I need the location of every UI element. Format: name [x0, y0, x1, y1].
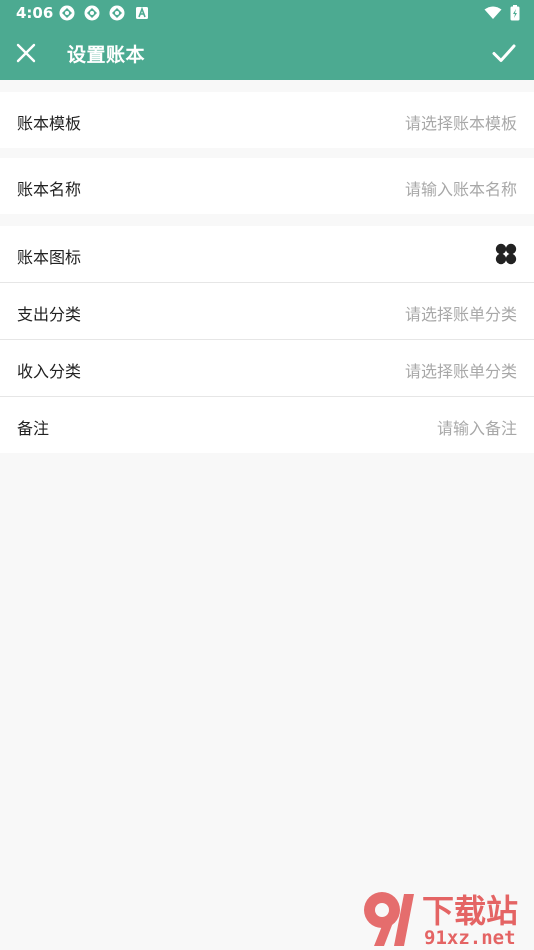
notification-icons	[59, 5, 150, 21]
expense-category-placeholder: 请选择账单分类	[404, 305, 517, 324]
template-group: 账本模板 请选择账本模板	[0, 92, 534, 148]
note-label: 备注	[17, 419, 50, 438]
name-placeholder: 请输入账本名称	[404, 180, 517, 199]
details-group: 账本图标 支出分类 请选择账单分类 收入分类 请选择账单分类 备注 请输入备注	[0, 226, 534, 453]
name-row[interactable]: 账本名称 请输入账本名称	[0, 158, 534, 214]
template-row[interactable]: 账本模板 请选择账本模板	[0, 92, 534, 148]
status-time: 4:06	[16, 4, 54, 22]
app-notification-icon	[59, 5, 75, 21]
status-bar: 4:06	[0, 0, 534, 26]
note-row[interactable]: 备注 请输入备注	[0, 397, 534, 453]
income-category-placeholder: 请选择账单分类	[404, 362, 517, 381]
expense-category-label: 支出分类	[17, 305, 82, 324]
template-placeholder: 请选择账本模板	[404, 114, 517, 133]
watermark-brand-bottom: 91xz.net	[424, 927, 516, 948]
note-placeholder: 请输入备注	[436, 419, 517, 438]
income-category-row[interactable]: 收入分类 请选择账单分类	[0, 340, 534, 397]
icon-label: 账本图标	[17, 248, 82, 267]
clover-icon	[495, 243, 517, 265]
page-title: 设置账本	[67, 44, 146, 66]
app-bar: 设置账本	[0, 26, 534, 80]
watermark-logo: 下载站 91xz.net	[364, 892, 518, 948]
name-label: 账本名称	[17, 180, 82, 199]
wifi-icon	[484, 6, 502, 19]
watermark-brand-top: 下载站	[422, 892, 518, 930]
icon-row[interactable]: 账本图标	[0, 226, 534, 283]
app-notification-icon	[109, 5, 125, 21]
check-icon[interactable]	[491, 40, 517, 66]
a-letter-icon	[136, 6, 148, 19]
battery-icon	[510, 5, 520, 21]
app-notification-icon	[84, 5, 100, 21]
template-label: 账本模板	[17, 114, 82, 133]
name-group: 账本名称 请输入账本名称	[0, 158, 534, 214]
income-category-label: 收入分类	[17, 362, 82, 381]
system-icons	[484, 5, 520, 21]
expense-category-row[interactable]: 支出分类 请选择账单分类	[0, 283, 534, 340]
close-icon[interactable]	[14, 41, 38, 65]
